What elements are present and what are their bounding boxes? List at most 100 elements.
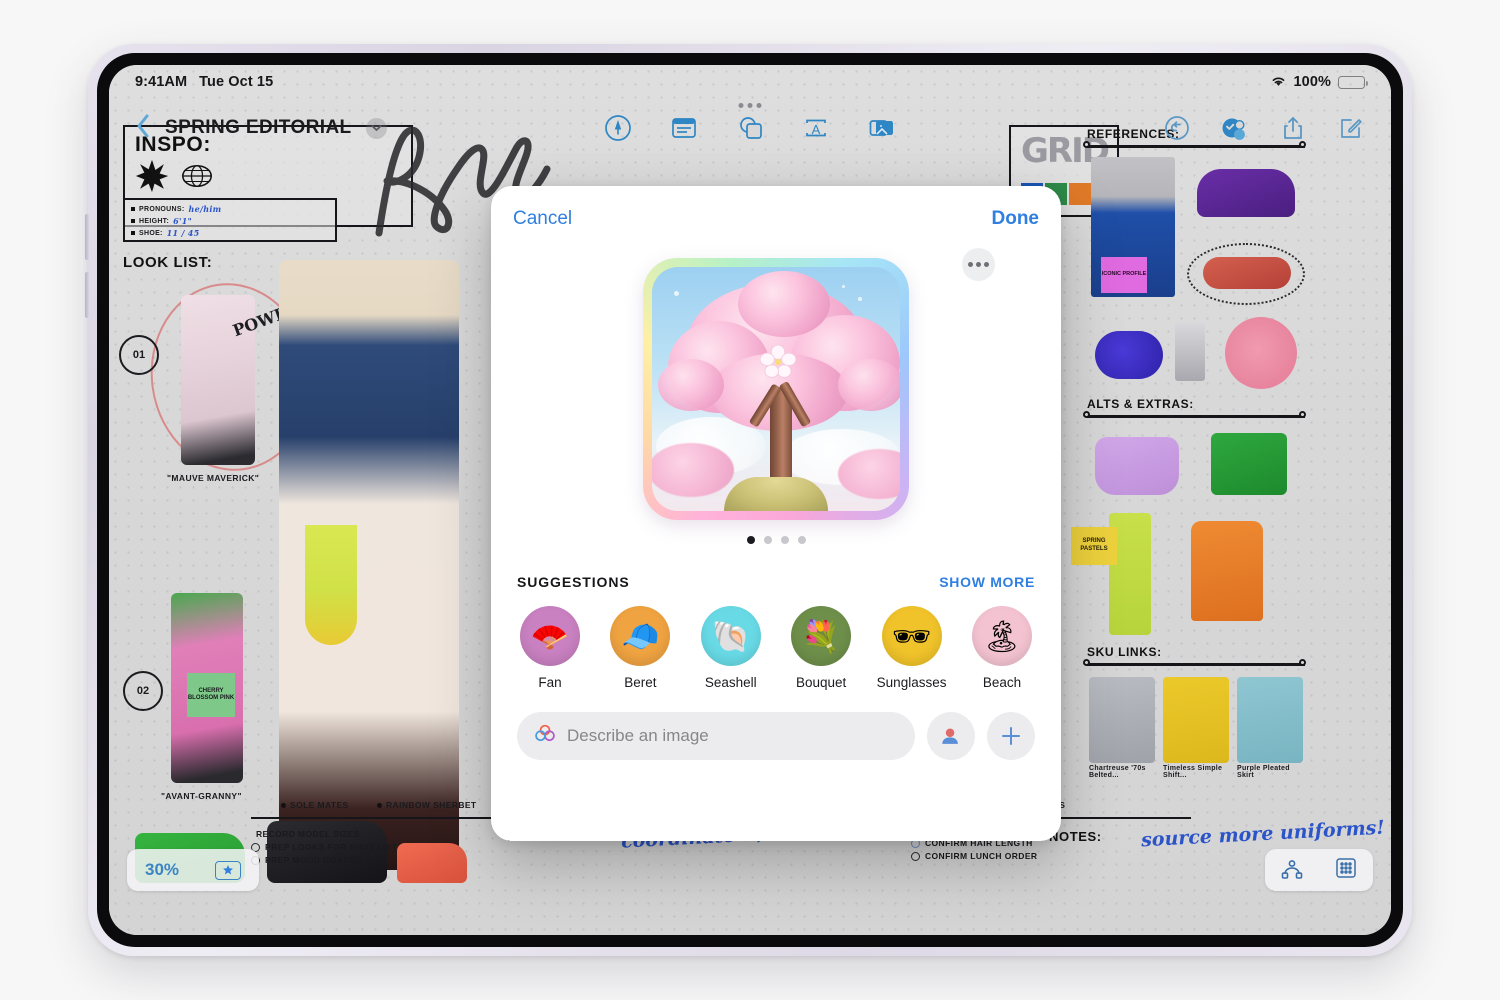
compose-icon[interactable] — [1337, 114, 1365, 142]
battery-percent: 100% — [1293, 74, 1331, 90]
generated-image-frame — [643, 258, 909, 520]
cancel-button[interactable]: Cancel — [511, 204, 574, 234]
alt-purple-bag[interactable] — [1095, 437, 1179, 495]
carousel-dots[interactable] — [746, 536, 806, 544]
status-date: Tue Oct 15 — [199, 74, 274, 90]
look-number-02: 02 — [123, 671, 163, 711]
note-tool-icon[interactable] — [670, 114, 698, 142]
rule-dot — [1299, 659, 1306, 666]
spec-value: 11 / 45 — [166, 228, 200, 238]
volume-up-button[interactable] — [85, 214, 89, 260]
reference-oval-sunglasses[interactable] — [1203, 257, 1291, 289]
spec-value: he/him — [188, 204, 222, 214]
suggestion-sunglasses[interactable]: 🕶 Sunglasses — [876, 606, 947, 690]
note-right[interactable]: source more uniforms! — [1141, 817, 1386, 852]
prompt-field[interactable] — [517, 712, 915, 760]
done-button[interactable]: Done — [990, 204, 1042, 234]
sku-caption-3: Purple Pleated Skirt — [1237, 765, 1290, 779]
spec-value: 6'1" — [173, 216, 193, 226]
grid-icon[interactable] — [1334, 856, 1358, 885]
suggestions-header: SUGGESTIONS SHOW MORE — [491, 544, 1061, 590]
canvas-tools-bar[interactable] — [1265, 849, 1373, 891]
carousel-dot[interactable] — [797, 536, 806, 544]
rule-dot — [1299, 411, 1306, 418]
sku-label: SKU LINKS: — [1087, 645, 1162, 659]
sticky-spring-pastels: SPRING PASTELS — [1071, 527, 1117, 565]
suggestion-beret[interactable]: 🧢 Beret — [607, 606, 673, 690]
bouquet-icon[interactable]: 💐 — [791, 606, 852, 666]
status-bar: 9:41AM Tue Oct 15 100% — [109, 65, 1391, 99]
sticky-iconic-profile: ICONIC PROFILE — [1101, 257, 1147, 293]
checkbox-icon[interactable] — [911, 851, 920, 861]
task-row[interactable]: PREP MOOD BOARDS — [251, 855, 397, 865]
sku-card-1[interactable] — [1089, 677, 1155, 763]
chevron-left-icon[interactable] — [135, 113, 151, 144]
ipad-device: INSPO: PRONOUNS: he/him HEIGHT: 6'1" SHO… — [85, 44, 1412, 956]
fan-icon[interactable]: 🪭 — [520, 606, 580, 666]
look-number-01: 01 — [119, 335, 159, 375]
volume-down-button[interactable] — [85, 272, 89, 318]
undo-icon[interactable] — [1163, 114, 1191, 142]
suggestion-label: Seashell — [704, 675, 757, 690]
spec-key: HEIGHT: — [139, 217, 170, 225]
show-more-button[interactable]: SHOW MORE — [939, 574, 1035, 590]
rule-dot — [1083, 411, 1090, 418]
alt-green-bag[interactable] — [1211, 433, 1287, 495]
checklist-row[interactable]: CONFIRM LUNCH ORDER — [911, 851, 1037, 861]
mesh-bag — [305, 525, 357, 645]
look-caption-02: "AVANT-GRANNY" — [161, 791, 242, 801]
ellipsis-icon[interactable] — [962, 248, 995, 281]
pen-tool-icon[interactable] — [604, 114, 632, 142]
suggestion-seashell[interactable]: 🐚 Seashell — [698, 606, 764, 690]
battery-icon — [1338, 75, 1368, 89]
reference-earrings[interactable] — [1175, 323, 1205, 381]
carousel-dot[interactable] — [746, 536, 755, 544]
generated-image[interactable] — [652, 267, 900, 511]
spec-list: PRONOUNS: he/him HEIGHT: 6'1" SHOE: 11 /… — [131, 204, 331, 238]
device-bezel: INSPO: PRONOUNS: he/him HEIGHT: 6'1" SHO… — [97, 53, 1403, 947]
prompt-input[interactable] — [567, 726, 899, 746]
person-add-button[interactable] — [927, 712, 975, 760]
media-tool-icon[interactable] — [868, 114, 896, 142]
reference-pink-floral[interactable] — [1225, 317, 1297, 389]
carousel-dot[interactable] — [763, 536, 772, 544]
suggestion-bouquet[interactable]: 💐 Bouquet — [788, 606, 854, 690]
shapes-tool-icon[interactable] — [736, 114, 764, 142]
alts-rule — [1087, 415, 1305, 418]
beach-icon[interactable]: 🏝 — [971, 606, 1032, 666]
chevron-down-icon[interactable] — [365, 117, 387, 139]
suggestions-row: 🪭 Fan 🧢 Beret 🐚 Seashell 💐 Bouquet 🕶 Sun… — [491, 590, 1061, 690]
add-button[interactable] — [987, 712, 1035, 760]
modal-header: Cancel Done — [491, 186, 1061, 252]
carousel-dot[interactable] — [780, 536, 789, 544]
beret-icon[interactable]: 🧢 — [610, 606, 671, 666]
globe-icon — [182, 164, 212, 188]
task-row[interactable]: RECORD MODEL SIZES — [251, 829, 397, 839]
document-title[interactable]: SPRING EDITORIAL — [165, 117, 352, 139]
reference-visor-sunglasses[interactable] — [1197, 169, 1295, 217]
suggestion-fan[interactable]: 🪭 Fan — [517, 606, 583, 690]
share-icon[interactable] — [1279, 114, 1307, 142]
star-frame-icon[interactable] — [215, 860, 241, 880]
spec-key: PRONOUNS: — [139, 205, 185, 213]
rule-dot — [1083, 659, 1090, 666]
sunglasses-icon[interactable]: 🕶 — [881, 606, 942, 666]
blossom-detail — [759, 344, 797, 379]
star-burst-icon — [135, 159, 169, 193]
text-tool-icon[interactable]: A — [802, 114, 830, 142]
look-list-label: LOOK LIST: — [123, 254, 213, 271]
collaborate-icon[interactable] — [1221, 114, 1249, 142]
reference-blue-cord[interactable] — [1095, 331, 1163, 379]
seashell-icon[interactable]: 🐚 — [700, 606, 761, 666]
sku-card-2[interactable] — [1163, 677, 1229, 763]
suggestion-beach[interactable]: 🏝 Beach — [969, 606, 1035, 690]
zoom-level[interactable]: 30% — [145, 860, 179, 880]
task-row[interactable]: PREP LOOKS FOR SHOT LIST — [251, 842, 397, 852]
alt-orange-top[interactable] — [1191, 521, 1263, 621]
suggestion-label: Sunglasses — [876, 675, 947, 690]
image-playground-icon — [533, 722, 557, 751]
shoe-red[interactable] — [397, 843, 467, 883]
zoom-control-bar[interactable]: 30% — [127, 849, 259, 891]
sku-card-3[interactable] — [1237, 677, 1303, 763]
connection-nodes-icon[interactable] — [1280, 856, 1304, 885]
